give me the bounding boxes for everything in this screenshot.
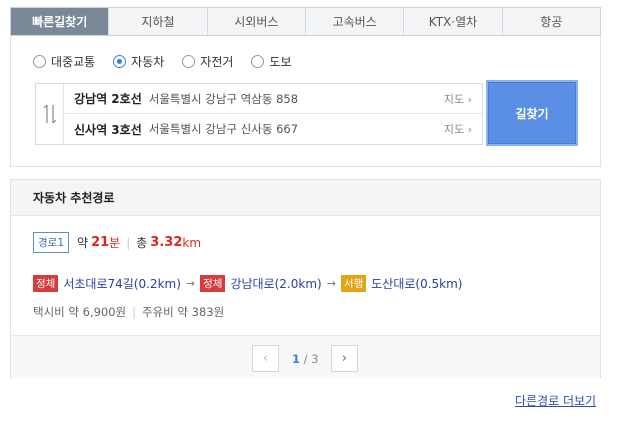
tab-airline[interactable]: 항공	[501, 8, 600, 35]
road-segment: 도산대로(0.5km)	[371, 277, 463, 291]
more-routes-link[interactable]: 다른경로 더보기	[515, 392, 596, 409]
transport-tabs: 빠른길찾기 지하철 시외버스 고속버스 KTX·열차 항공	[10, 7, 601, 36]
destination-field[interactable]: 신사역 3호선 서울특별시 강남구 신사동 667 지도 ›	[64, 114, 482, 144]
mode-bicycle-label: 자전거	[200, 55, 234, 69]
travel-mode-group: 대중교통 자동차 자전거 도보	[33, 53, 310, 70]
chevron-right-icon: ›	[467, 92, 472, 106]
tab-fast-route[interactable]: 빠른길찾기	[11, 8, 109, 35]
traffic-status-badge: 정체	[33, 275, 59, 292]
arrow-right-icon: →	[185, 277, 196, 290]
route-summary: 경로1 약 21 분 | 총 3.32 km	[33, 232, 207, 253]
time-value: 21	[91, 235, 110, 250]
page-indicator: 1 / 3	[292, 352, 319, 366]
destination-address: 서울특별시 강남구 신사동 667	[148, 122, 299, 136]
taxi-fare: 택시비 약 6,900원	[33, 305, 127, 319]
results-title: 자동차 추천경로	[11, 180, 600, 216]
distance-value: 3.32	[150, 235, 183, 250]
destination-map-link[interactable]: 지도 ›	[444, 121, 472, 137]
radio-car[interactable]	[113, 55, 127, 68]
traffic-status-badge: 정체	[200, 275, 226, 292]
cost-divider: |	[132, 305, 137, 319]
origin-address: 서울특별시 강남구 역삼동 858	[148, 91, 299, 106]
current-page: 1	[292, 352, 301, 366]
arrow-right-icon: →	[326, 277, 336, 290]
radio-public-transit[interactable]	[33, 55, 46, 68]
route-tag: 경로1	[33, 232, 70, 253]
origin-map-label: 지도	[443, 92, 465, 106]
tab-intercity-bus[interactable]: 시외버스	[206, 8, 305, 35]
summary-divider: |	[126, 235, 131, 250]
swap-vertical-icon[interactable]	[36, 84, 64, 144]
tab-express-bus[interactable]: 고속버스	[304, 8, 403, 35]
fuel-cost: 주유비 약 383원	[142, 305, 225, 319]
destination-map-label: 지도	[443, 123, 465, 136]
mode-bicycle[interactable]: 자전거	[182, 53, 233, 70]
distance-unit: km	[182, 235, 202, 250]
time-unit: 분	[109, 236, 121, 250]
mode-public-transit-label: 대중교통	[51, 55, 96, 69]
mode-walk-label: 도보	[269, 55, 292, 69]
origin-map-link[interactable]: 지도 ›	[444, 91, 472, 107]
chevron-right-icon: ›	[341, 351, 348, 366]
tab-ktx-train[interactable]: KTX·열차	[403, 8, 501, 35]
road-segment: 강남대로(2.0km)	[230, 277, 322, 291]
origin-field[interactable]: 강남역 2호선 서울특별시 강남구 역삼동 858 지도 ›	[64, 84, 482, 114]
tab-subway[interactable]: 지하철	[108, 8, 206, 35]
destination-name: 신사역 3호선	[74, 122, 142, 137]
distance-prefix: 총	[136, 236, 148, 250]
mode-car-label: 자동차	[131, 55, 165, 69]
mode-car[interactable]: 자동차	[113, 53, 164, 70]
chevron-right-icon: ›	[467, 123, 472, 136]
road-segment: 서초대로74길(0.2km)	[63, 277, 181, 291]
mode-public-transit[interactable]: 대중교통	[33, 53, 95, 70]
route-inputs: 강남역 2호선 서울특별시 강남구 역삼동 858 지도 › 신사역 3호선 서…	[35, 83, 483, 145]
total-pages: 3	[311, 352, 319, 366]
find-route-button[interactable]: 길찾기	[486, 80, 578, 146]
radio-bicycle[interactable]	[182, 55, 196, 68]
search-panel: 대중교통 자동차 자전거 도보 강남역 2호선 서울특별시 강남구 역삼동 85…	[10, 36, 601, 167]
chevron-left-icon: ‹	[262, 351, 269, 366]
time-prefix: 약	[77, 236, 89, 250]
prev-page-button[interactable]: ‹	[252, 345, 279, 372]
mode-walk[interactable]: 도보	[251, 53, 292, 70]
cost-info: 택시비 약 6,900원 | 주유비 약 383원	[33, 304, 224, 320]
pagination: ‹ 1 / 3 ›	[11, 335, 600, 378]
route-path: 정체 서초대로74길(0.2km) → 정체 강남대로(2.0km) → 서행 …	[33, 275, 467, 292]
origin-name: 강남역 2호선	[74, 92, 142, 106]
route-results: 자동차 추천경로 경로1 약 21 분 | 총 3.32 km 정체 서초대로7…	[10, 179, 601, 378]
traffic-status-badge: 서행	[340, 275, 367, 292]
radio-walk[interactable]	[251, 55, 265, 68]
next-page-button[interactable]: ›	[331, 345, 358, 372]
page-separator: /	[303, 352, 308, 366]
